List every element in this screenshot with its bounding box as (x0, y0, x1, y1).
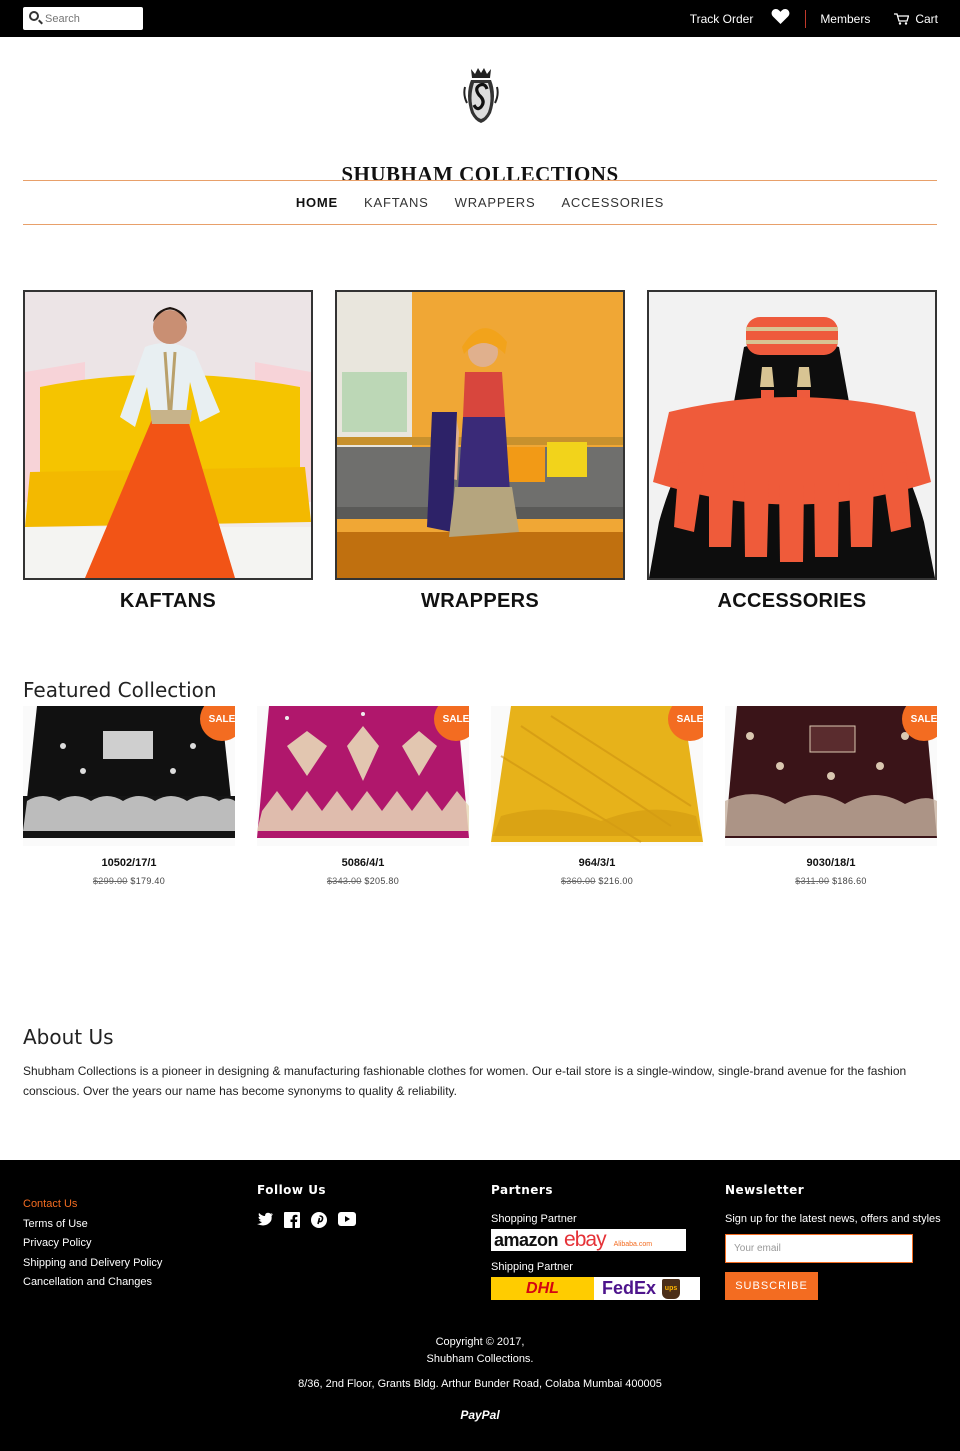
category-tile-accessories[interactable]: ACCESSORIES (647, 290, 937, 613)
nav-item-home[interactable]: HOME (296, 195, 338, 210)
nav-item-accessories[interactable]: ACCESSORIES (561, 195, 664, 210)
main-nav: HOME KAFTANS WRAPPERS ACCESSORIES (23, 180, 937, 225)
newsletter-title: Newsletter (725, 1183, 805, 1197)
product-price: $299.00 $179.40 (92, 876, 166, 886)
shipping-partner-label: Shipping Partner (491, 1261, 573, 1273)
product-price: $311.00 $186.60 (795, 876, 867, 886)
footer-partners: Partners Shopping Partner amazon ebay Al… (491, 1183, 711, 1300)
ebay-logo[interactable]: ebay (564, 1229, 607, 1251)
heart-icon[interactable] (771, 8, 790, 30)
category-tile-kaftans[interactable]: KAFTANS (23, 290, 313, 613)
nav-item-kaftans[interactable]: KAFTANS (364, 195, 429, 210)
track-order-link[interactable]: Track Order (690, 12, 754, 26)
wrappers-image[interactable] (335, 290, 625, 580)
search-input[interactable] (45, 10, 139, 27)
search-box[interactable] (23, 7, 143, 30)
shipping-partner-logos: DHL FedEx ups (491, 1277, 700, 1300)
product-name[interactable]: 964/3/1 (491, 857, 703, 869)
product-image[interactable]: SALE (725, 706, 937, 846)
product-card[interactable]: SALE 9030/18/1 $311.00 $186.60 (725, 706, 937, 886)
follow-title: Follow Us (257, 1183, 327, 1197)
members-link[interactable]: Members (820, 12, 870, 26)
footer-link-cancellation[interactable]: Cancellation and Changes (23, 1273, 243, 1293)
product-name[interactable]: 5086/4/1 (257, 857, 469, 869)
category-grid: KAFTANS WRAPPERS ACCESSORIES (0, 225, 960, 661)
crest-logo-icon[interactable] (463, 65, 499, 125)
about-section: About Us Shubham Collections is a pionee… (0, 970, 960, 1160)
kaftans-image[interactable] (23, 290, 313, 580)
newsletter-text: Sign up for the latest news, offers and … (725, 1213, 941, 1225)
copyright: Copyright © 2017, (435, 1336, 525, 1348)
shopping-partner-label: Shopping Partner (491, 1213, 577, 1225)
category-label-wrappers[interactable]: WRAPPERS (335, 590, 625, 613)
fedex-logo[interactable]: FedEx (602, 1278, 656, 1299)
product-image[interactable]: SALE (23, 706, 235, 846)
footer-link-shipping[interactable]: Shipping and Delivery Policy (23, 1254, 243, 1274)
featured-collection: Featured Collection SALE 10502/17/1 $299… (0, 661, 960, 970)
divider (805, 9, 807, 28)
pinterest-icon[interactable] (311, 1212, 327, 1233)
footer-follow: Follow Us (257, 1183, 477, 1233)
nav-item-wrappers[interactable]: WRAPPERS (455, 195, 536, 210)
cart-icon (894, 12, 910, 25)
footer: Contact Us Terms of Use Privacy Policy S… (0, 1160, 960, 1451)
youtube-icon[interactable] (338, 1212, 356, 1233)
product-card[interactable]: SALE 5086/4/1 $343.00 $205.80 (257, 706, 469, 886)
address: 8/36, 2nd Floor, Grants Bldg. Arthur Bun… (298, 1378, 662, 1390)
dhl-logo[interactable]: DHL (491, 1277, 594, 1300)
product-image[interactable]: SALE (257, 706, 469, 846)
email-field[interactable]: Your email (725, 1234, 913, 1263)
alibaba-logo[interactable]: Alibaba.com (614, 1241, 653, 1248)
amazon-logo[interactable]: amazon (494, 1230, 559, 1251)
footer-link-contact[interactable]: Contact Us (23, 1195, 243, 1215)
partners-title: Partners (491, 1183, 553, 1197)
company-name: Shubham Collections. (426, 1353, 534, 1365)
product-price: $360.00 $216.00 (560, 876, 634, 886)
product-card[interactable]: SALE 10502/17/1 $299.00 $179.40 (23, 706, 235, 886)
footer-link-terms[interactable]: Terms of Use (23, 1215, 243, 1235)
product-card[interactable]: SALE 964/3/1 $360.00 $216.00 (491, 706, 703, 886)
search-icon[interactable] (29, 11, 39, 21)
paypal-icon: PayPal (460, 1408, 500, 1422)
about-title: About Us (23, 1025, 114, 1049)
shopping-partner-logos: amazon ebay Alibaba.com (491, 1229, 686, 1251)
footer-links: Contact Us Terms of Use Privacy Policy S… (23, 1182, 243, 1293)
accessories-image[interactable] (647, 290, 937, 580)
footer-newsletter: Newsletter Sign up for the latest news, … (725, 1183, 945, 1300)
ups-logo[interactable]: ups (662, 1278, 681, 1299)
header: SHUBHAM COLLECTIONS (0, 37, 960, 186)
product-name[interactable]: 9030/18/1 (725, 857, 937, 869)
facebook-icon[interactable] (284, 1212, 300, 1233)
subscribe-button[interactable]: SUBSCRIBE (725, 1272, 818, 1300)
product-image[interactable]: SALE (491, 706, 703, 846)
featured-title: Featured Collection (23, 678, 217, 702)
product-name[interactable]: 10502/17/1 (23, 857, 235, 869)
product-price: $343.00 $205.80 (326, 876, 400, 886)
twitter-icon[interactable] (257, 1212, 273, 1233)
category-label-kaftans[interactable]: KAFTANS (23, 590, 313, 613)
cart-link[interactable]: Cart (894, 12, 938, 26)
cart-label: Cart (915, 11, 938, 26)
footer-link-privacy[interactable]: Privacy Policy (23, 1234, 243, 1254)
category-label-accessories[interactable]: ACCESSORIES (647, 590, 937, 613)
about-text: Shubham Collections is a pioneer in desi… (23, 1064, 907, 1098)
top-bar: Track Order Members Cart (0, 0, 960, 37)
category-tile-wrappers[interactable]: WRAPPERS (335, 290, 625, 613)
